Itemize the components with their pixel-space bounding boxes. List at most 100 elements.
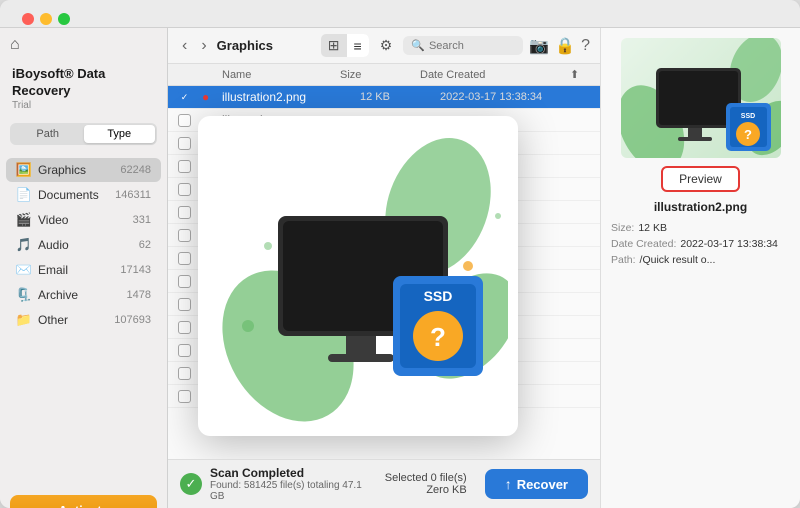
traffic-lights bbox=[10, 3, 82, 25]
selected-size: Zero KB bbox=[385, 484, 467, 496]
svg-text:?: ? bbox=[430, 322, 446, 352]
sidebar-tabs: Path Type bbox=[10, 123, 157, 145]
scan-complete-icon: ✓ bbox=[180, 473, 202, 495]
other-icon: 📁 bbox=[16, 312, 32, 328]
sidebar-item-video[interactable]: 🎬 Video 331 bbox=[6, 208, 161, 232]
sidebar-activate: Activate bbox=[10, 495, 157, 508]
preview-panel: SSD ? Preview illustration2.png Size: 12… bbox=[600, 28, 800, 508]
col-name-header[interactable]: Name bbox=[222, 69, 340, 81]
preview-size-row: Size: 12 KB bbox=[611, 222, 790, 234]
forward-button[interactable]: › bbox=[197, 35, 210, 57]
sidebar-item-documents[interactable]: 📄 Documents 146311 bbox=[6, 183, 161, 207]
sidebar-label-other: Other bbox=[38, 313, 110, 327]
list-view-button[interactable]: ≡ bbox=[347, 34, 369, 57]
sidebar-label-documents: Documents bbox=[38, 188, 111, 202]
sidebar-count-other: 107693 bbox=[114, 314, 151, 326]
lock-button[interactable]: 🔒 bbox=[555, 36, 575, 56]
preview-filename: illustration2.png bbox=[654, 200, 747, 214]
window-body: ⌂ iBoysoft® Data Recovery Trial Path Typ… bbox=[0, 28, 800, 508]
recover-button[interactable]: ↑ Recover bbox=[485, 469, 588, 499]
file-list: ✓ ● illustration2.png 12 KB 2022-03-17 1… bbox=[168, 86, 600, 459]
search-input[interactable] bbox=[429, 40, 509, 52]
file-checkbox-0[interactable]: ✓ bbox=[178, 91, 202, 104]
filter-button[interactable]: ⚙ bbox=[375, 34, 398, 57]
preview-button[interactable]: Preview bbox=[661, 166, 740, 192]
activate-button[interactable]: Activate bbox=[10, 495, 157, 508]
preview-meta: Size: 12 KB Date Created: 2022-03-17 13:… bbox=[611, 222, 790, 270]
search-box: 🔍 bbox=[403, 36, 523, 55]
sidebar-label-email: Email bbox=[38, 263, 116, 277]
col-size-header[interactable]: Size bbox=[340, 69, 420, 81]
toolbar-right: ⊞ ≡ ⚙ 🔍 📷 🔒 ? bbox=[321, 34, 590, 57]
checkbox-0[interactable]: ✓ bbox=[178, 91, 191, 104]
table-header: Name Size Date Created ⬆ bbox=[168, 64, 600, 86]
sidebar-count-graphics: 62248 bbox=[120, 164, 151, 176]
sidebar-items: 🖼️ Graphics 62248 📄 Documents 146311 🎬 V… bbox=[0, 153, 167, 485]
maximize-dot[interactable] bbox=[58, 13, 70, 25]
file-type-icon-0: ● bbox=[202, 90, 222, 104]
app-subtitle: Trial bbox=[12, 100, 155, 111]
sidebar: ⌂ iBoysoft® Data Recovery Trial Path Typ… bbox=[0, 28, 168, 508]
main-and-preview: ‹ › Graphics ⊞ ≡ ⚙ 🔍 bbox=[168, 28, 800, 508]
date-label: Date Created: bbox=[611, 238, 676, 250]
main-panel: ‹ › Graphics ⊞ ≡ ⚙ 🔍 bbox=[168, 28, 600, 508]
sidebar-item-other[interactable]: 📁 Other 107693 bbox=[6, 308, 161, 332]
tab-path[interactable]: Path bbox=[12, 125, 84, 143]
selected-info: Selected 0 file(s) Zero KB bbox=[385, 472, 467, 496]
app-title: iBoysoft® Data Recovery bbox=[12, 66, 155, 100]
path-value: /Quick result o... bbox=[640, 254, 716, 266]
help-button[interactable]: ? bbox=[581, 37, 590, 55]
sidebar-label-audio: Audio bbox=[38, 238, 135, 252]
sidebar-label-video: Video bbox=[38, 213, 129, 227]
sidebar-count-audio: 62 bbox=[139, 239, 151, 251]
file-size-0: 12 KB bbox=[360, 91, 440, 103]
search-icon: 🔍 bbox=[411, 39, 425, 52]
svg-text:SSD: SSD bbox=[424, 288, 453, 304]
scan-status-main: Scan Completed bbox=[210, 466, 377, 480]
toolbar: ‹ › Graphics ⊞ ≡ ⚙ 🔍 bbox=[168, 28, 600, 64]
audio-icon: 🎵 bbox=[16, 237, 32, 253]
sidebar-count-documents: 146311 bbox=[115, 189, 151, 201]
app-window: ⌂ iBoysoft® Data Recovery Trial Path Typ… bbox=[0, 0, 800, 508]
file-date-0: 2022-03-17 13:38:34 bbox=[440, 91, 590, 103]
grid-view-button[interactable]: ⊞ bbox=[321, 34, 347, 57]
size-label: Size: bbox=[611, 222, 634, 234]
file-name-0: illustration2.png bbox=[222, 90, 360, 104]
date-value: 2022-03-17 13:38:34 bbox=[680, 238, 778, 250]
sidebar-item-graphics[interactable]: 🖼️ Graphics 62248 bbox=[6, 158, 161, 182]
camera-button[interactable]: 📷 bbox=[529, 36, 549, 56]
status-bar: ✓ Scan Completed Found: 581425 file(s) t… bbox=[168, 459, 600, 508]
sidebar-count-email: 17143 bbox=[120, 264, 151, 276]
preview-date-row: Date Created: 2022-03-17 13:38:34 bbox=[611, 238, 790, 250]
sidebar-item-email[interactable]: ✉️ Email 17143 bbox=[6, 258, 161, 282]
recover-icon: ↑ bbox=[505, 476, 512, 492]
svg-text:SSD: SSD bbox=[740, 113, 754, 120]
graphics-icon: 🖼️ bbox=[16, 162, 32, 178]
sidebar-item-audio[interactable]: 🎵 Audio 62 bbox=[6, 233, 161, 257]
back-button[interactable]: ‹ bbox=[178, 35, 191, 57]
minimize-dot[interactable] bbox=[40, 13, 52, 25]
toolbar-icons: 📷 🔒 ? bbox=[529, 36, 590, 56]
sidebar-top: ⌂ bbox=[0, 28, 167, 54]
status-text: Scan Completed Found: 581425 file(s) tot… bbox=[210, 466, 377, 502]
documents-icon: 📄 bbox=[16, 187, 32, 203]
recover-label: Recover bbox=[517, 477, 568, 492]
col-date-header[interactable]: Date Created bbox=[420, 69, 570, 81]
table-row[interactable]: ✓ ● illustration2.png 12 KB 2022-03-17 1… bbox=[168, 86, 600, 109]
size-value: 12 KB bbox=[638, 222, 667, 234]
preview-path-row: Path: /Quick result o... bbox=[611, 254, 790, 266]
home-icon[interactable]: ⌂ bbox=[10, 36, 20, 54]
col-action-header: ⬆ bbox=[570, 68, 590, 81]
scan-status-sub: Found: 581425 file(s) totaling 47.1 GB bbox=[210, 480, 377, 502]
sidebar-count-archive: 1478 bbox=[127, 289, 151, 301]
view-toggle: ⊞ ≡ bbox=[321, 34, 369, 57]
close-dot[interactable] bbox=[22, 13, 34, 25]
svg-text:?: ? bbox=[744, 127, 752, 142]
titlebar bbox=[0, 0, 800, 28]
path-label: Path: bbox=[611, 254, 636, 266]
tab-type[interactable]: Type bbox=[84, 125, 156, 143]
sidebar-header: iBoysoft® Data Recovery Trial bbox=[0, 54, 167, 115]
sidebar-item-archive[interactable]: 🗜️ Archive 1478 bbox=[6, 283, 161, 307]
preview-popup: ? SSD bbox=[198, 116, 518, 436]
preview-thumbnail: SSD ? bbox=[621, 38, 781, 158]
